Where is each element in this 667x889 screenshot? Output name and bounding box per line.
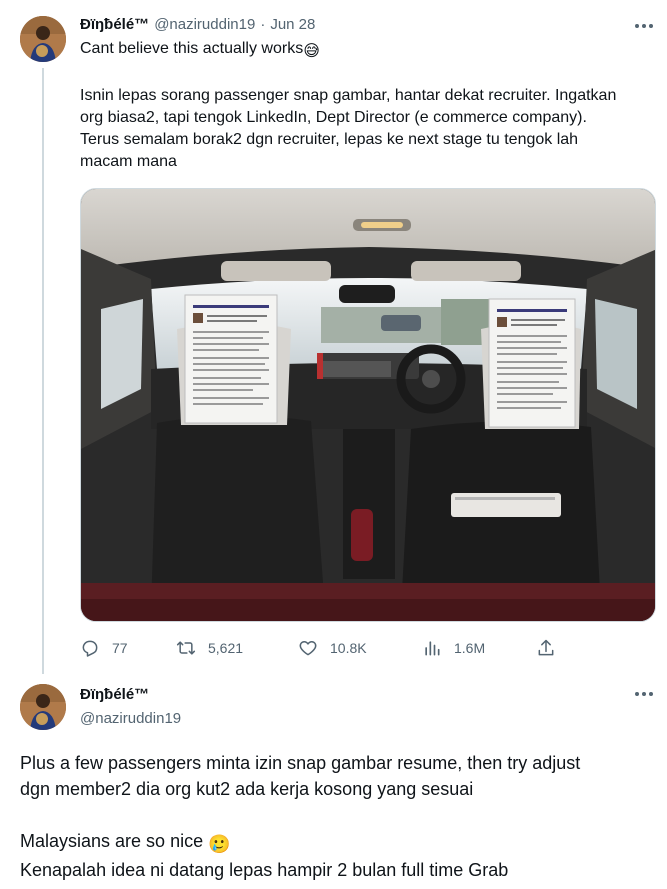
more-icon[interactable] xyxy=(632,684,656,704)
like-button[interactable]: 10.8K xyxy=(298,638,367,658)
smiling-tear-emoji: 🥲 xyxy=(208,834,231,854)
views-icon xyxy=(425,641,440,656)
more-icon[interactable] xyxy=(632,16,656,36)
sweat-smile-emoji: 😅 xyxy=(303,43,320,60)
tweet-text-line: Terus semalam borak2 dgn recruiter, lepa… xyxy=(80,131,579,148)
tweet-text: Cant believe this actually works😅 Isnin … xyxy=(80,38,640,173)
tweet-text-line: Isnin lepas sorang passenger snap gambar… xyxy=(80,87,617,104)
heart-icon xyxy=(299,641,317,656)
tweet-actions: 77 5,621 10.8K 1.6M xyxy=(80,636,560,660)
share-button[interactable] xyxy=(536,638,556,658)
retweet-button[interactable]: 5,621 xyxy=(176,638,243,658)
retweet-icon xyxy=(176,641,196,655)
avatar[interactable] xyxy=(20,16,66,62)
tweet-text-line: org biasa2, tapi tengok LinkedIn, Dept D… xyxy=(80,109,587,126)
tweet-header: Đïŋƀélé™ @naziruddin19 · Jun 28 xyxy=(80,16,315,33)
tweet-text-line: Plus a few passengers minta izin snap ga… xyxy=(20,753,581,773)
tweet-text-line: Kenapalah idea ni datang lepas hampir 2 … xyxy=(20,860,509,880)
separator-dot: · xyxy=(260,16,266,33)
share-icon xyxy=(538,639,554,656)
retweet-count: 5,621 xyxy=(208,640,244,656)
avatar[interactable] xyxy=(20,684,66,730)
tweet-text: Plus a few passengers minta izin snap ga… xyxy=(20,750,650,883)
display-name[interactable]: Đïŋƀélé™ xyxy=(80,686,149,703)
display-name[interactable]: Đïŋƀélé™ xyxy=(80,16,149,33)
tweet-date[interactable]: Jun 28 xyxy=(270,16,315,33)
tweet-text-line: macam mana xyxy=(80,153,177,170)
views-button[interactable]: 1.6M xyxy=(422,638,485,658)
reply-count: 77 xyxy=(112,640,128,656)
tweet-photo[interactable] xyxy=(80,188,656,622)
tweet-text-line: Malaysians are so nice xyxy=(20,831,204,851)
reply-button[interactable]: 77 xyxy=(80,638,128,658)
user-handle[interactable]: @naziruddin19 xyxy=(154,16,255,33)
like-count: 10.8K xyxy=(330,640,367,656)
thread-connector-line xyxy=(42,68,44,674)
tweet-text-line: dgn member2 dia org kut2 ada kerja koson… xyxy=(20,779,474,799)
views-count: 1.6M xyxy=(454,640,486,656)
tweet-text-line: Cant believe this actually works xyxy=(80,40,304,57)
user-handle[interactable]: @naziruddin19 xyxy=(80,710,181,727)
reply-icon xyxy=(82,640,98,657)
